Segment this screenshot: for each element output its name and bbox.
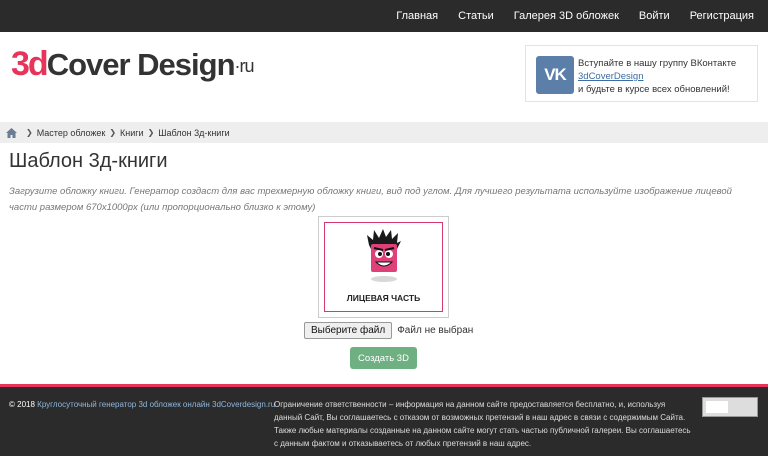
logo-name: Cover Design: [46, 47, 236, 82]
cover-frame: ЛИЦЕВАЯ ЧАСТЬ: [324, 222, 443, 312]
breadcrumb-item-books[interactable]: Книги: [120, 128, 144, 138]
chevron-right-icon: ❯: [26, 128, 33, 137]
home-icon[interactable]: [6, 127, 17, 138]
vk-promo-box: VK Вступайте в нашу группу ВКонтакте 3dC…: [525, 45, 758, 102]
nav-home[interactable]: Главная: [386, 0, 448, 32]
file-status: Файл не выбран: [397, 325, 474, 336]
footer-disclaimer: Ограничение ответственности – информация…: [274, 400, 691, 448]
file-upload: Выберите файл Файл не выбран: [304, 322, 473, 339]
nav-articles[interactable]: Статьи: [448, 0, 504, 32]
page-title: Шаблон 3д-книги: [9, 150, 168, 172]
breadcrumb-item-current: Шаблон 3д-книги: [158, 127, 230, 138]
site-logo[interactable]: 3dCover Design·ru: [11, 42, 255, 87]
copyright-text: © 2018: [9, 400, 35, 409]
choose-file-button[interactable]: Выберите файл: [304, 322, 393, 339]
site-footer: © 2018 Круглосуточный генератор 3d облож…: [0, 384, 768, 456]
site-header: 3dCover Design·ru VK Вступайте в нашу гр…: [0, 32, 768, 122]
footer-copyright: © 2018 Круглосуточный генератор 3d облож…: [9, 400, 275, 409]
nav-login[interactable]: Войти: [629, 0, 680, 32]
visitor-counter[interactable]: [702, 397, 758, 417]
chevron-right-icon: ❯: [109, 128, 117, 137]
top-navigation: Главная Статьи Галерея 3D обложек Войти …: [0, 0, 768, 32]
cover-label: ЛИЦЕВАЯ ЧАСТЬ: [346, 293, 421, 303]
logo-3d: 3d: [11, 45, 49, 83]
mascot-icon: [367, 229, 401, 282]
create-3d-button[interactable]: Создать 3D: [350, 347, 417, 369]
vk-icon[interactable]: VK: [536, 56, 574, 94]
vk-promo-text: Вступайте в нашу группу ВКонтакте 3dCove…: [578, 57, 736, 96]
nav-gallery[interactable]: Галерея 3D обложек: [504, 0, 629, 32]
breadcrumb-item-master[interactable]: Мастер обложек: [37, 128, 106, 138]
page-description: Загрузите обложку книги. Генератор созда…: [9, 186, 732, 213]
copyright-link[interactable]: Круглосуточный генератор 3d обложек онла…: [37, 400, 275, 409]
breadcrumb: ❯ Мастер обложек ❯ Книги ❯ Шаблон 3д-кни…: [0, 122, 768, 143]
logo-tld: ·ru: [234, 56, 255, 76]
vk-line1: Вступайте в нашу группу ВКонтакте: [578, 58, 737, 69]
vk-line3: и будьте в курсе всех обновлений!: [578, 84, 730, 95]
counter-icon: [706, 401, 728, 413]
cover-preview: ЛИЦЕВАЯ ЧАСТЬ: [318, 216, 449, 318]
vk-group-link[interactable]: 3dCoverDesign: [578, 70, 736, 83]
chevron-right-icon: ❯: [147, 128, 155, 137]
nav-register[interactable]: Регистрация: [680, 0, 764, 32]
